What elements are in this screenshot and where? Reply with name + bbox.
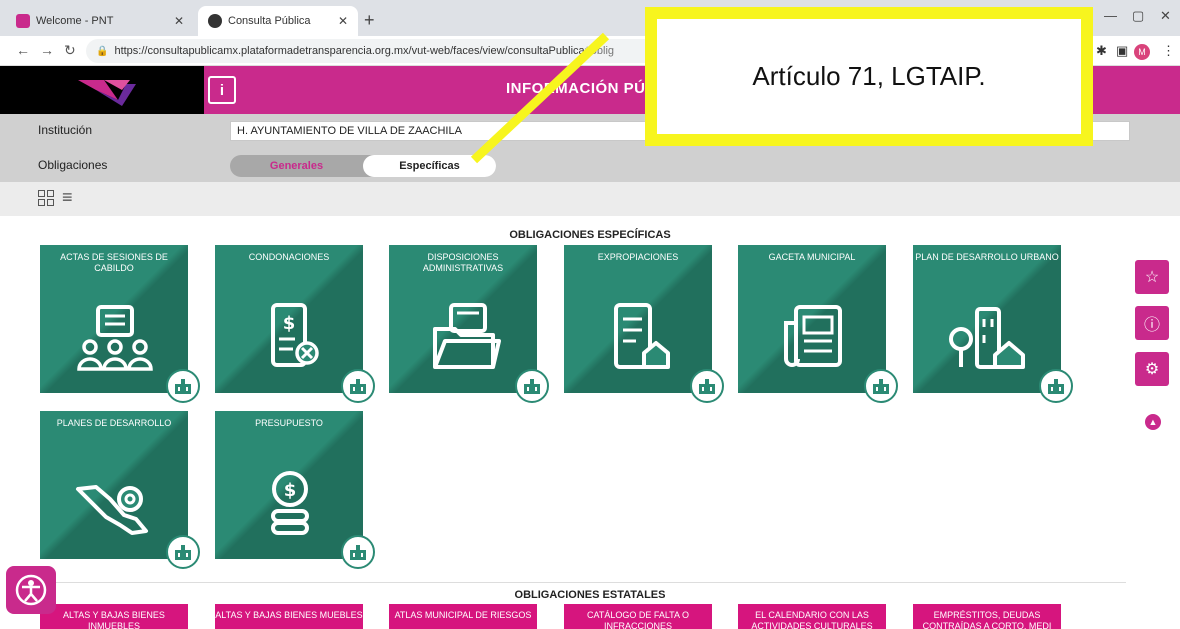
annotation-text: Artículo 71, LGTAIP. [752, 61, 986, 91]
annotation-box: Artículo 71, LGTAIP. [645, 7, 1093, 146]
screen: Welcome - PNT ✕ Consulta Pública ✕ + — ▢… [0, 0, 1180, 629]
